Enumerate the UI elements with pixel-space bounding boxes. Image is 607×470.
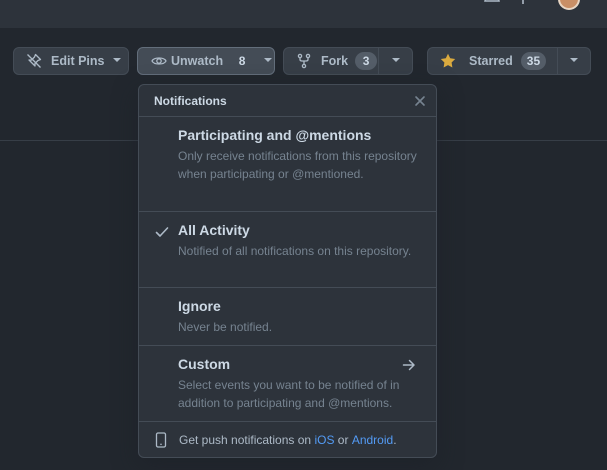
plus-icon[interactable] — [516, 0, 542, 8]
star-split-button: Starred 35 — [427, 47, 591, 75]
avatar[interactable] — [558, 0, 580, 10]
pin-off-icon — [27, 53, 42, 68]
edit-pins-label: Edit Pins — [51, 54, 105, 68]
check-icon — [155, 227, 169, 237]
device-mobile-icon — [155, 432, 167, 448]
unwatch-label: Unwatch — [171, 54, 224, 68]
unwatch-button[interactable]: Unwatch 8 — [137, 47, 275, 75]
fork-dropdown-button[interactable] — [379, 47, 413, 75]
fork-button[interactable]: Fork 3 — [283, 47, 379, 75]
top-header — [0, 0, 607, 28]
option-all-activity[interactable]: All Activity Notified of all notificatio… — [139, 212, 436, 288]
footer-prefix: Get push notifications on — [179, 433, 312, 447]
option-custom[interactable]: Custom Select events you want to be noti… — [139, 346, 436, 422]
star-icon — [440, 53, 456, 68]
close-icon[interactable] — [414, 95, 426, 107]
option-description: Notified of all notifications on this re… — [178, 244, 412, 258]
arrow-right-icon — [402, 359, 415, 371]
android-link[interactable]: Android — [352, 433, 393, 447]
option-description: Never be notified. — [178, 320, 273, 334]
eye-icon — [151, 57, 167, 65]
watch-count: 8 — [238, 54, 246, 68]
option-title: Custom — [178, 356, 231, 372]
option-participating[interactable]: Participating and @mentions Only receive… — [139, 117, 436, 212]
footer-suffix: . — [393, 433, 397, 447]
option-title: Participating and @mentions — [178, 127, 372, 143]
menu-title: Notifications — [154, 93, 227, 108]
ios-link[interactable]: iOS — [314, 433, 334, 447]
caret-down-icon — [391, 58, 400, 62]
starred-button[interactable]: Starred 35 — [427, 47, 558, 75]
caret-down-icon — [264, 58, 273, 62]
fork-split-button: Fork 3 — [283, 47, 413, 75]
menu-header: Notifications — [139, 85, 436, 117]
fork-count: 3 — [355, 52, 378, 70]
notifications-menu: Notifications Participating and @mention… — [138, 84, 437, 458]
menu-footer: Get push notifications on iOS or Android… — [139, 422, 436, 458]
star-dropdown-button[interactable] — [558, 47, 591, 75]
option-description: Select events you want to be notified of… — [178, 378, 400, 410]
fork-icon — [297, 53, 311, 69]
caret-down-icon — [570, 58, 578, 62]
footer-conjunction: or — [337, 433, 349, 447]
caret-down-icon[interactable] — [584, 0, 592, 2]
starred-label: Starred — [469, 54, 513, 68]
option-description: Only receive notifications from this rep… — [178, 149, 417, 181]
option-title: All Activity — [178, 222, 250, 238]
caret-down-icon — [113, 58, 122, 62]
star-count: 35 — [520, 52, 547, 70]
option-title: Ignore — [178, 298, 221, 314]
bell-icon[interactable] — [483, 0, 501, 8]
edit-pins-button[interactable]: Edit Pins — [13, 47, 129, 75]
fork-label: Fork — [321, 54, 349, 68]
option-ignore[interactable]: Ignore Never be notified. — [139, 288, 436, 346]
